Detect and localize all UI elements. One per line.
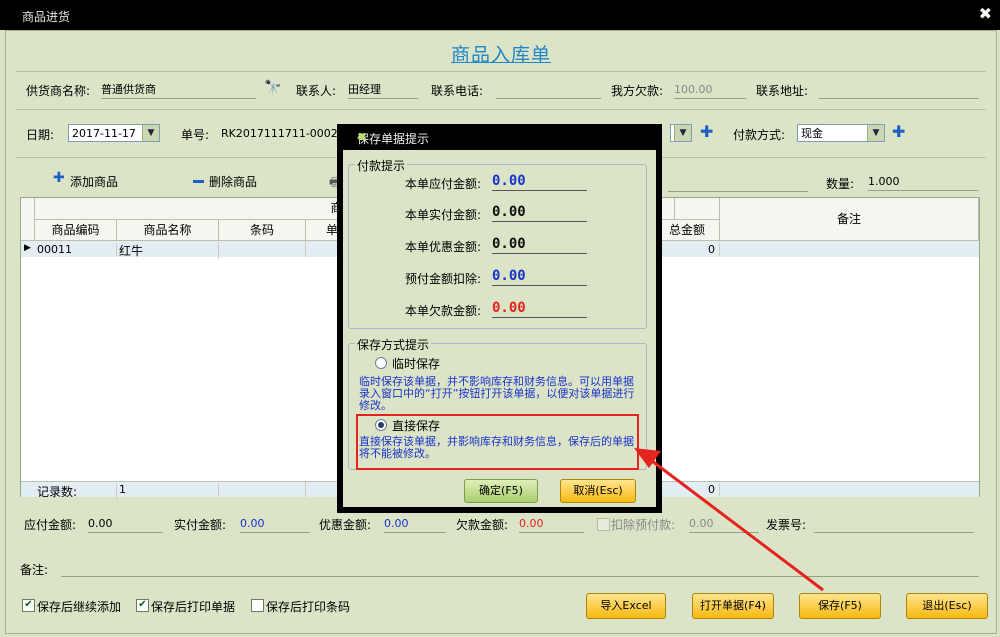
arrow-line — [647, 456, 824, 592]
main-window: 商品进货 ✖ 商品入库单 供货商名称: 普通供货商 🔭 联系人: 田经理 联系电… — [0, 0, 1000, 637]
arrow-annotation — [634, 448, 824, 592]
